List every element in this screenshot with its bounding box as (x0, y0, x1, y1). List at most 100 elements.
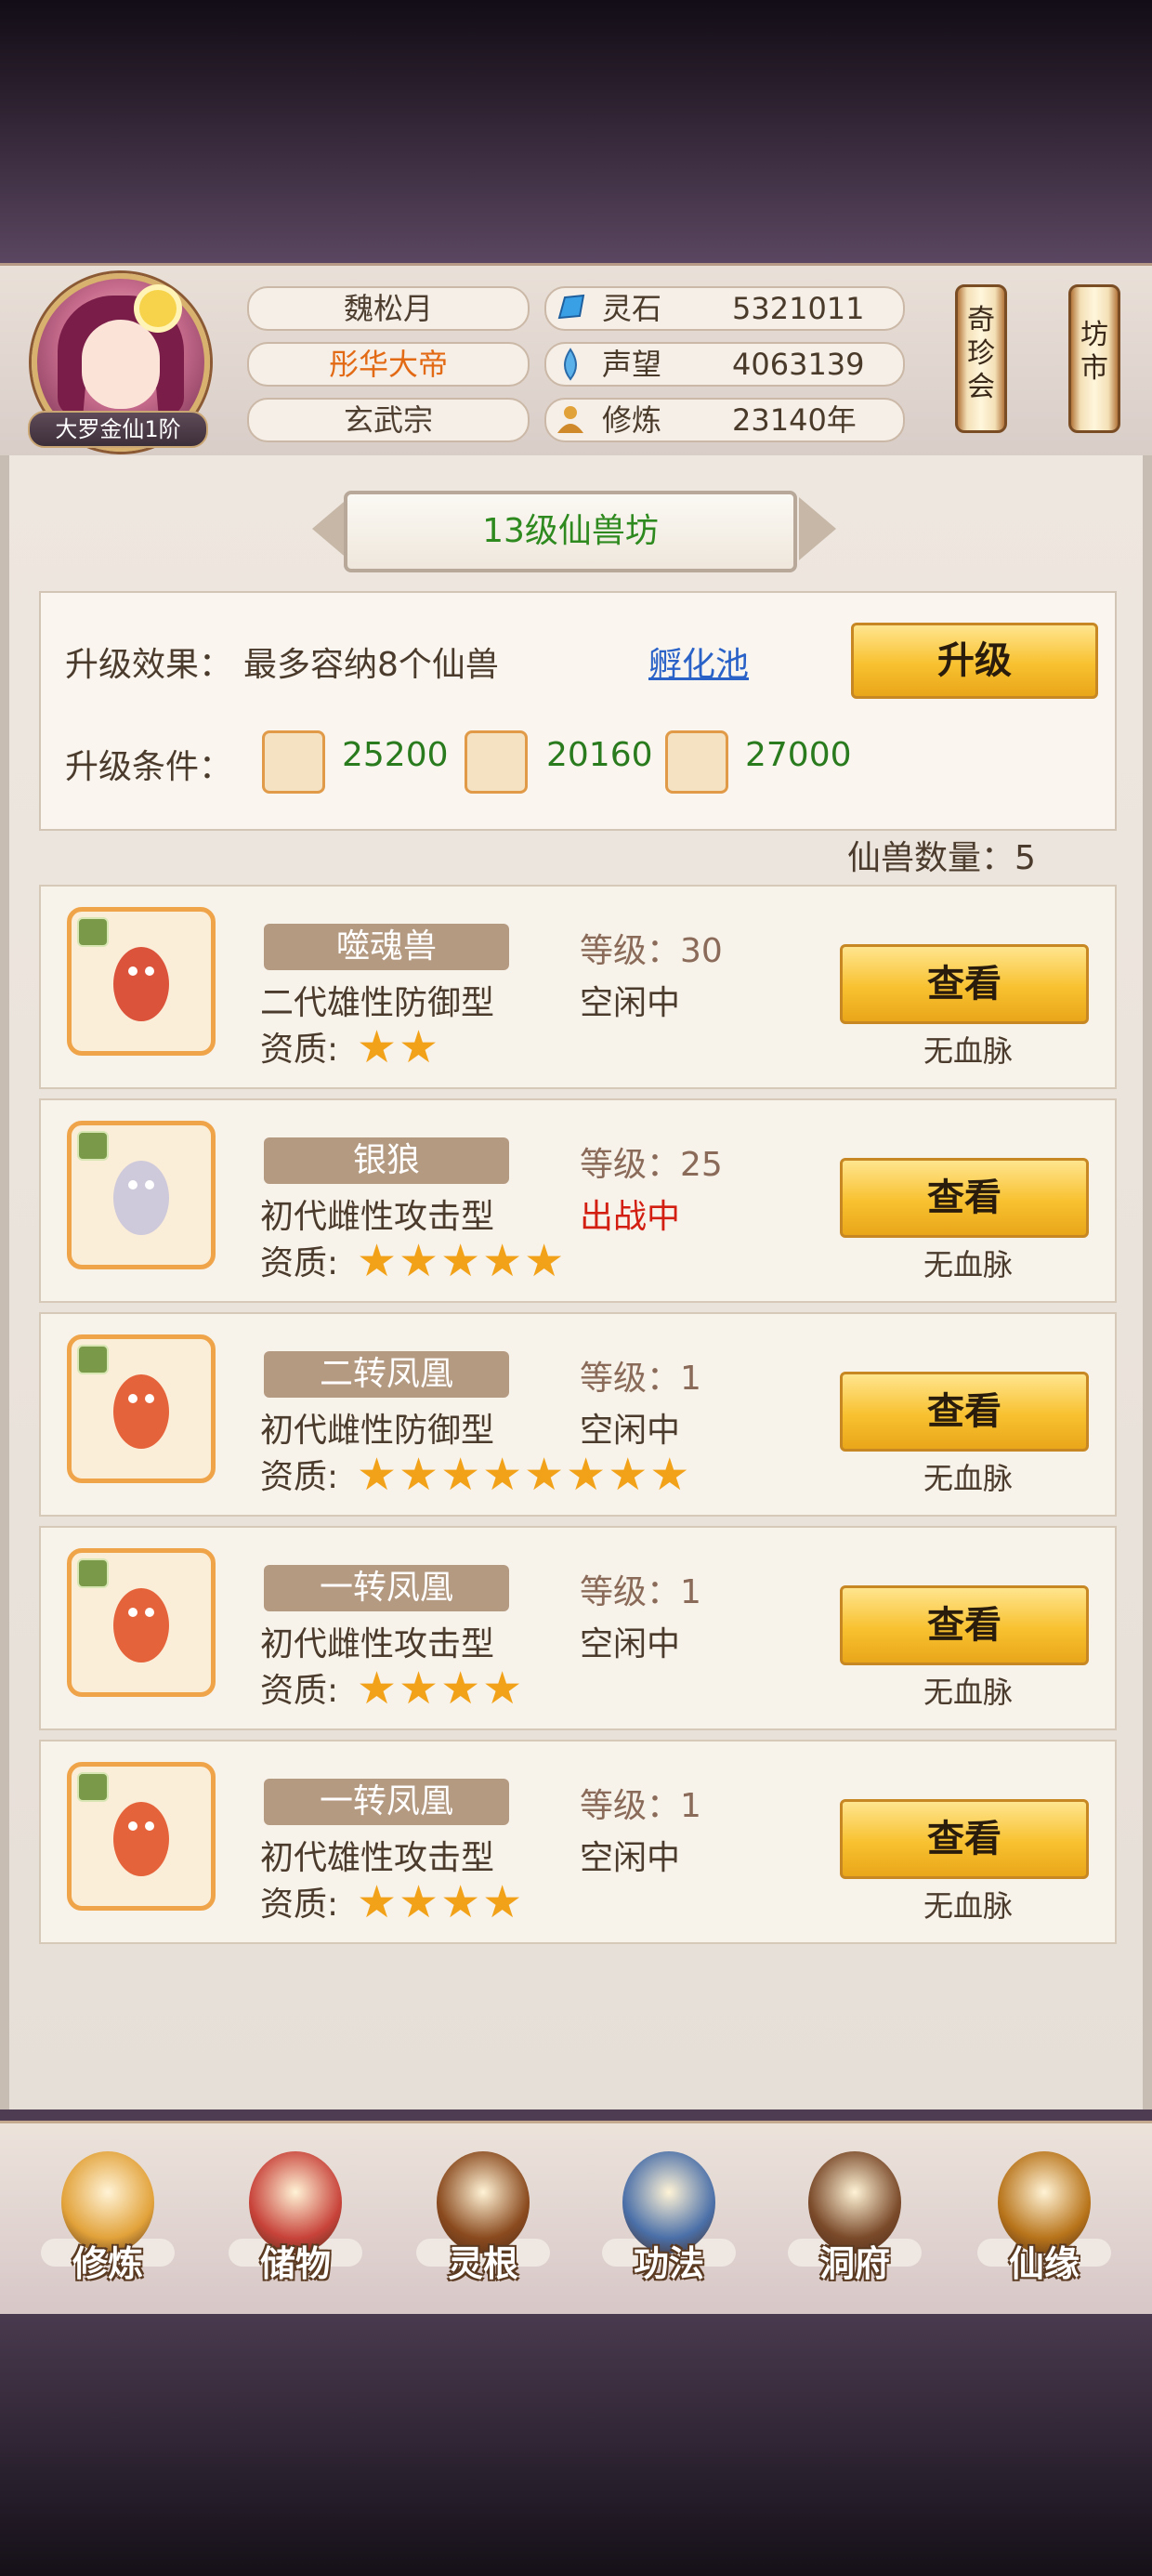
view-button[interactable]: 查看 (840, 1158, 1089, 1238)
treasure-fair-button[interactable]: 奇 珍 会 (955, 284, 1007, 433)
pet-status: 空闲中 (580, 984, 681, 1022)
pet-art-icon (113, 1588, 169, 1663)
star-icon: ★ (357, 1876, 399, 1928)
star-icon: ★ (357, 1449, 399, 1501)
star-icon: ★ (566, 1449, 609, 1501)
pet-portrait[interactable] (67, 907, 216, 1056)
pet-card: 一转凤凰 初代雌性攻击型 资质: ★★★★ 等级：1 空闲中 查看 无血脉 (39, 1526, 1117, 1730)
resource-cultivation: 修炼 23140年 (544, 398, 905, 442)
ore-icon (262, 730, 325, 794)
spirit-stone-icon (557, 294, 585, 320)
quality-stars: ★★★★ (357, 1666, 524, 1711)
pet-level: 等级：1 (580, 1787, 701, 1825)
pet-portrait[interactable] (67, 1121, 216, 1269)
nav-item[interactable]: 修炼 (33, 2142, 182, 2309)
pet-card: 噬魂兽 二代雄性防御型 资质: ★★ 等级：30 空闲中 查看 无血脉 (39, 885, 1117, 1089)
upgrade-button[interactable]: 升级 (851, 623, 1098, 699)
material-amount: 27000 (745, 736, 852, 774)
pet-portrait[interactable] (67, 1762, 216, 1911)
lock-icon (77, 1131, 109, 1161)
resource-value: 5321011 (732, 291, 865, 326)
cultivation-icon (557, 406, 583, 433)
view-button[interactable]: 查看 (840, 1372, 1089, 1452)
bloodline-label: 无血脉 (923, 1033, 1014, 1069)
view-button[interactable]: 查看 (840, 944, 1089, 1024)
resource-value: 4063139 (732, 347, 865, 382)
panel-title: 13级仙兽坊 (344, 491, 797, 572)
bloodline-label: 无血脉 (923, 1247, 1014, 1282)
nav-item[interactable]: 仙缘 (970, 2142, 1119, 2309)
star-icon: ★ (357, 1235, 399, 1287)
star-icon: ★ (399, 1663, 441, 1715)
lock-icon (77, 917, 109, 947)
upgrade-effect-value: 最多容纳8个仙兽 (243, 646, 499, 684)
top-background (0, 0, 1152, 263)
star-icon: ★ (440, 1235, 483, 1287)
bottom-background (0, 2314, 1152, 2576)
view-button[interactable]: 查看 (840, 1585, 1089, 1665)
quality-label: 资质: (260, 1886, 339, 1924)
pet-status: 空闲中 (580, 1412, 681, 1450)
prestige-icon (564, 348, 577, 381)
bottom-nav: 修炼 储物 灵根 功法 洞府 仙缘 (0, 2121, 1152, 2317)
nav-item[interactable]: 灵根 (409, 2142, 557, 2309)
star-icon: ★ (440, 1876, 483, 1928)
pet-type: 初代雌性防御型 (260, 1412, 495, 1450)
wood-icon (465, 730, 528, 794)
nav-label: 储物 (259, 2243, 331, 2284)
quality-stars: ★★★★ (357, 1880, 524, 1925)
star-icon: ★ (482, 1449, 525, 1501)
upgrade-condition-label: 升级条件： (65, 748, 233, 786)
flower-icon (139, 290, 177, 327)
pet-type: 初代雄性攻击型 (260, 1839, 495, 1877)
star-icon: ★ (399, 1449, 441, 1501)
pet-portrait[interactable] (67, 1548, 216, 1697)
nav-item[interactable]: 储物 (221, 2142, 370, 2309)
rank-badge: 大罗金仙1阶 (28, 411, 208, 448)
pet-art-icon (113, 947, 169, 1021)
upgrade-effect-label: 升级效果： (65, 646, 233, 684)
resource-value: 23140年 (732, 402, 857, 438)
star-icon: ★ (649, 1449, 692, 1501)
player-sect: 玄武宗 (247, 398, 530, 442)
star-icon: ★ (482, 1235, 525, 1287)
lock-icon (77, 1558, 109, 1588)
player-header: 大罗金仙1阶 魏松月 彤华大帝 玄武宗 灵石 5321011 声望 406313… (0, 263, 1152, 459)
pet-art-icon (113, 1161, 169, 1235)
view-button[interactable]: 查看 (840, 1799, 1089, 1879)
pet-art-icon (113, 1374, 169, 1449)
star-icon: ★ (399, 1876, 441, 1928)
pet-level: 等级：1 (580, 1360, 701, 1398)
pet-name: 一转凤凰 (264, 1779, 509, 1825)
title-ornament-right (799, 497, 836, 560)
pet-card: 一转凤凰 初代雄性攻击型 资质: ★★★★ 等级：1 空闲中 查看 无血脉 (39, 1740, 1117, 1944)
pet-portrait[interactable] (67, 1334, 216, 1483)
star-icon: ★ (608, 1449, 650, 1501)
market-button[interactable]: 坊 市 (1068, 284, 1120, 433)
nav-item[interactable]: 洞府 (780, 2142, 929, 2309)
star-icon: ★ (357, 1663, 399, 1715)
star-icon: ★ (482, 1663, 525, 1715)
resource-label: 修炼 (602, 402, 662, 438)
pet-status: 空闲中 (580, 1839, 681, 1877)
resource-spirit-stone: 灵石 5321011 (544, 286, 905, 331)
nav-item[interactable]: 功法 (595, 2142, 743, 2309)
bloodline-label: 无血脉 (923, 1675, 1014, 1710)
pet-name: 一转凤凰 (264, 1565, 509, 1611)
bloodline-label: 无血脉 (923, 1888, 1014, 1924)
pet-count: 仙兽数量：5 (847, 839, 1036, 877)
star-icon: ★ (440, 1449, 483, 1501)
nav-label: 仙缘 (1008, 2243, 1080, 2284)
hatch-pool-link[interactable]: 孵化池 (648, 637, 749, 686)
nav-label: 功法 (633, 2243, 704, 2284)
player-name: 魏松月 (247, 286, 530, 331)
pet-level: 等级：30 (580, 932, 723, 970)
resource-label: 灵石 (602, 291, 662, 326)
star-icon: ★ (357, 1021, 399, 1073)
star-icon: ★ (440, 1663, 483, 1715)
material-amount: 20160 (546, 736, 653, 774)
avatar-face (82, 320, 160, 409)
nav-label: 修炼 (72, 2243, 143, 2284)
material-amount: 25200 (342, 736, 449, 774)
nav-label: 洞府 (818, 2243, 890, 2284)
